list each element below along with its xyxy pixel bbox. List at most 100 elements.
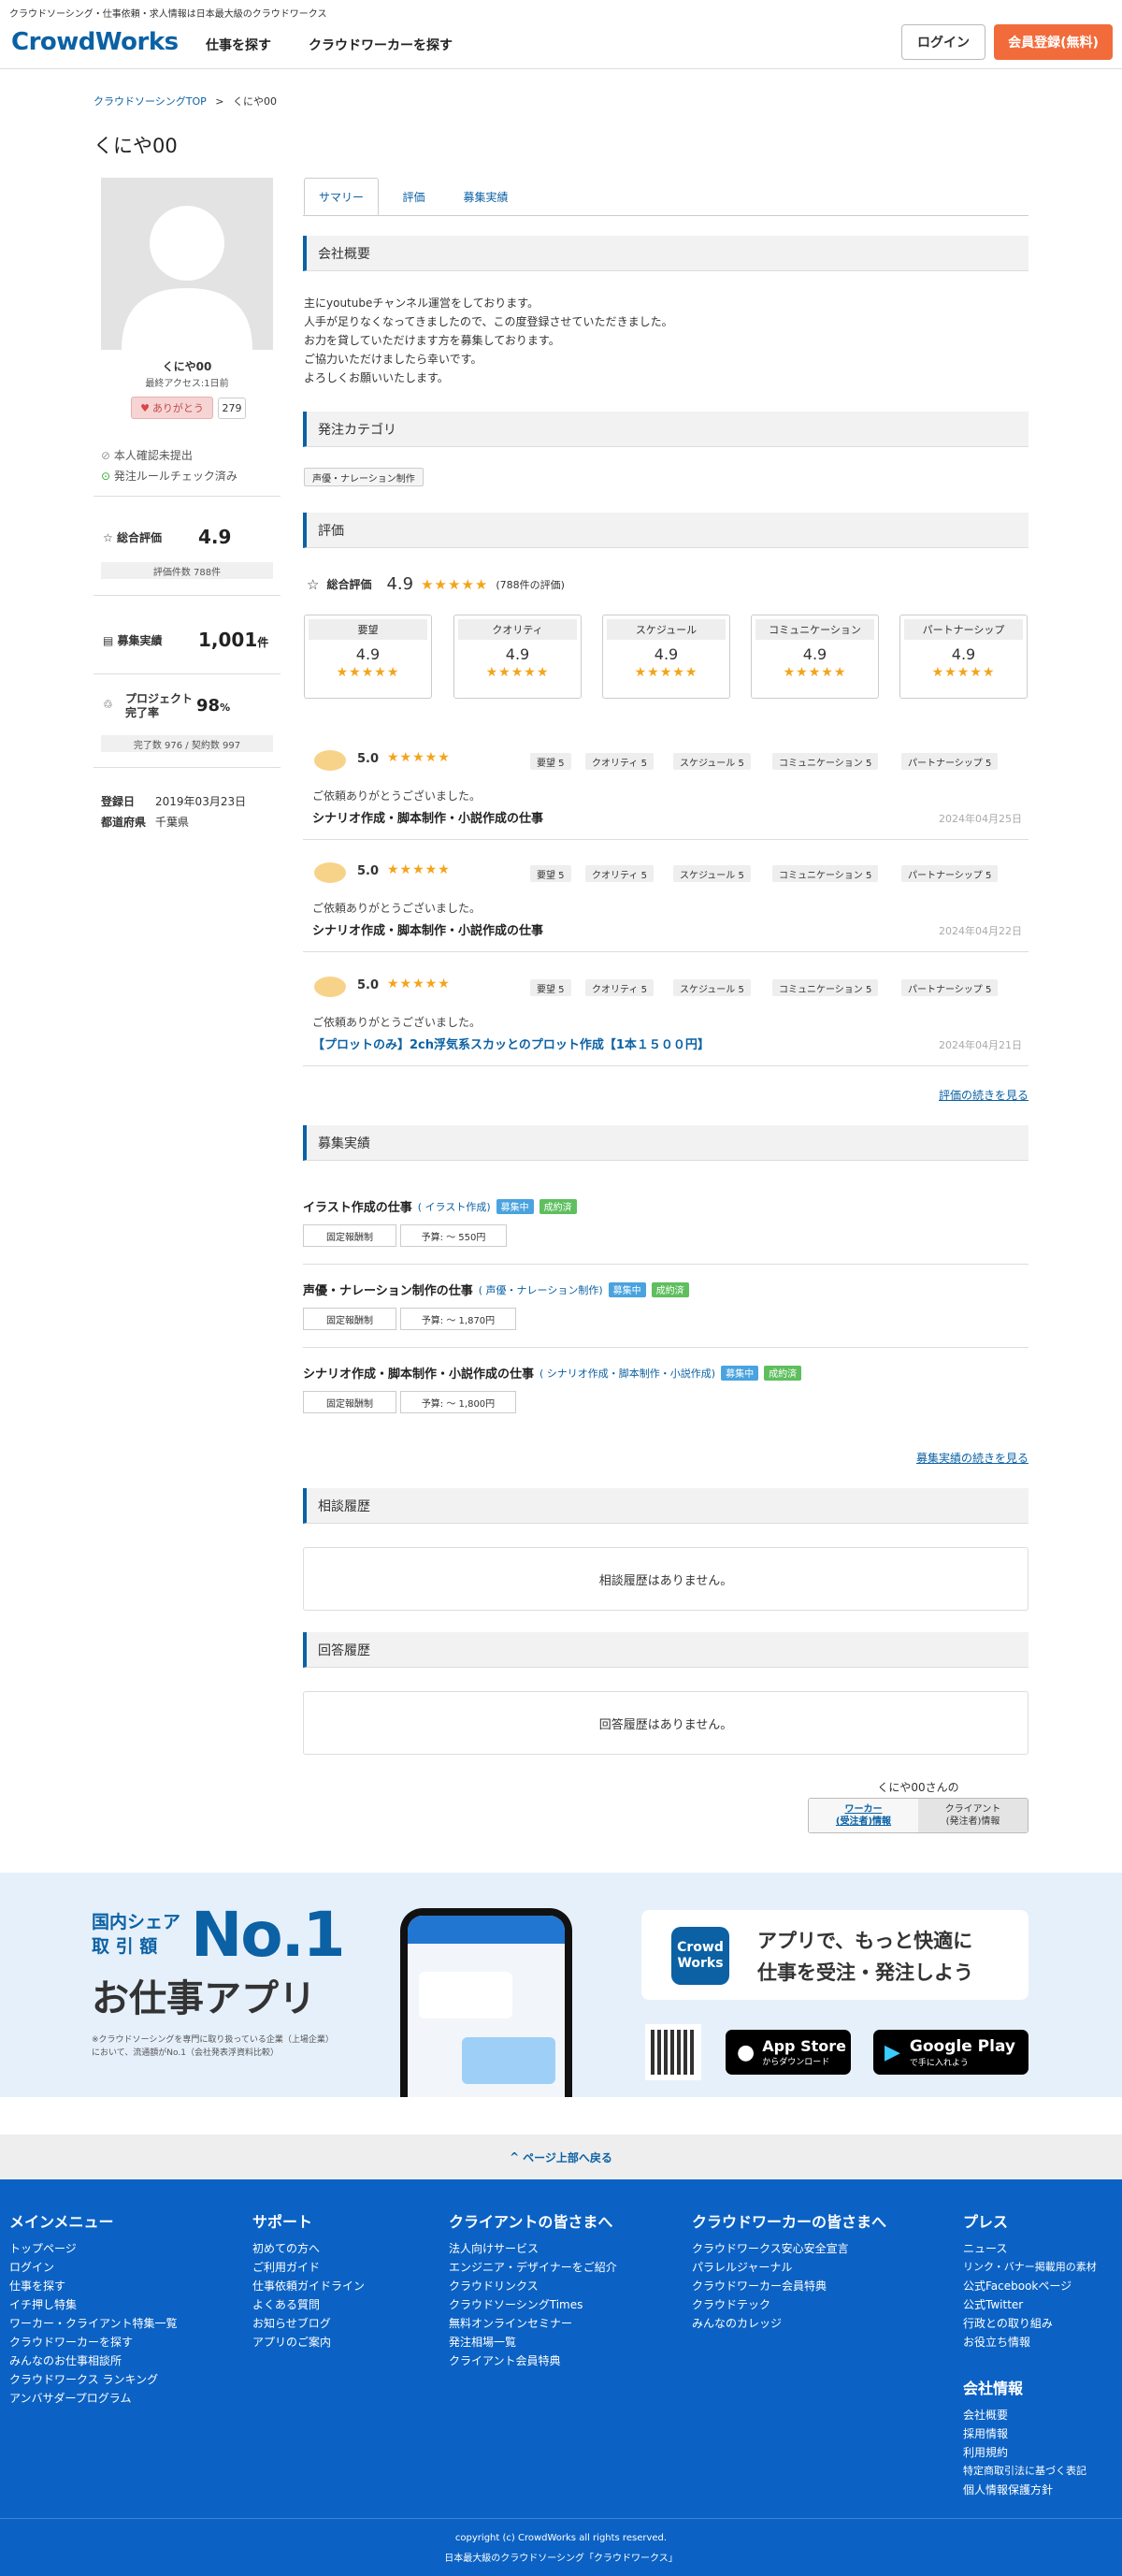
page-top-link[interactable]: ^ ページ上部へ戻る [0, 2135, 1122, 2179]
job-title[interactable]: 声優・ナレーション制作の仕事 [303, 1281, 473, 1298]
footer-link[interactable]: 行政との取り組み [963, 2314, 1097, 2333]
footer-link[interactable]: 会社概要 [963, 2406, 1097, 2424]
footer-link[interactable]: クラウドワーカーを探す [9, 2333, 178, 2352]
divider [303, 1347, 1028, 1348]
review-chip: 要望 5 [530, 865, 571, 882]
footer-link[interactable]: 採用情報 [963, 2424, 1097, 2443]
footer-link[interactable]: アンバサダープログラム [9, 2389, 178, 2408]
review-job-title[interactable]: 【プロットのみ】2ch浮気系スカッとのプロット作成【1本１５００円】 [312, 1035, 710, 1052]
footer-heading: サポート [252, 2213, 313, 2231]
job-title[interactable]: イラスト作成の仕事 [303, 1197, 412, 1215]
more-jobs-link[interactable]: 募集実績の続きを見る [916, 1450, 1028, 1466]
footer-link[interactable]: クライアント会員特典 [449, 2352, 617, 2370]
footer-link[interactable]: ニュース [963, 2239, 1097, 2258]
review-comment: ご依頼ありがとうございました。 [312, 789, 482, 803]
reviewer-avatar [314, 977, 346, 997]
identity-status: ⊘ 本人確認未提出 [101, 447, 193, 463]
footer-link[interactable]: クラウドワークス ランキング [9, 2370, 178, 2389]
footer-link[interactable]: 仕事依頼ガイドライン [252, 2277, 365, 2295]
footer-link[interactable]: お役立ち情報 [963, 2333, 1097, 2352]
page-top-label: ページ上部へ戻る [523, 2150, 612, 2164]
clipboard-icon: ▤ [103, 634, 114, 647]
footer-link[interactable]: 初めての方へ [252, 2239, 365, 2258]
overall-rating-label: ☆ 総合評価 [103, 529, 162, 545]
job-category[interactable]: ( シナリオ作成・脚本制作・小説作成) [539, 1366, 715, 1381]
completion-label: ♲ プロジェクト 完了率 [103, 692, 193, 720]
footer-link[interactable]: クラウドワーカー会員特典 [692, 2277, 886, 2295]
footer-col-main: メインメニュー トップページ ログイン 仕事を探す イチ押し特集 ワーカー・クラ… [9, 2209, 178, 2408]
tab-recruit[interactable]: 募集実績 [451, 178, 521, 215]
nav-find-workers[interactable]: クラウドワーカーを探す [309, 36, 453, 54]
footer-link[interactable]: クラウドリンクス [449, 2277, 617, 2295]
review-chip: コミュニケーション 5 [772, 865, 879, 882]
footer-link[interactable]: 特定商取引法に基づく表記 [963, 2462, 1097, 2481]
desc-line: 主にyoutubeチャンネル運営をしております。 [304, 297, 539, 310]
footer-link[interactable]: 法人向けサービス [449, 2239, 617, 2258]
footer-link[interactable]: 仕事を探す [9, 2277, 178, 2295]
rate-value: 4.9 [355, 645, 381, 663]
more-reviews-link[interactable]: 評価の続きを見る [939, 1087, 1028, 1103]
tab-summary[interactable]: サマリー [304, 178, 379, 215]
job-budget: 予算: 〜 550円 [400, 1224, 507, 1247]
google-play-button[interactable]: ▶ Google Play で手に入れよう [873, 2030, 1028, 2075]
handshake-icon: ♲ [103, 698, 113, 711]
crowdworks-app-icon: Crowd Works [671, 1927, 729, 1985]
job-category[interactable]: ( 声優・ナレーション制作) [479, 1282, 603, 1297]
worker-info-tab[interactable]: ワーカー (受注者)情報 [809, 1799, 918, 1832]
heart-icon: ♥ [140, 401, 150, 414]
footer-link[interactable]: クラウドソーシングTimes [449, 2295, 617, 2314]
section-category: 発注カテゴリ [303, 412, 1028, 447]
recruit-number: 1,001 [198, 629, 258, 651]
login-button[interactable]: ログイン [901, 24, 985, 60]
footer-link[interactable]: よくある質問 [252, 2295, 365, 2314]
footer-link[interactable]: 公式Twitter [963, 2295, 1097, 2314]
review-score: 5.0 [357, 752, 380, 766]
thanks-button[interactable]: ♥ ありがとう [131, 397, 213, 419]
register-button[interactable]: 会員登録(無料) [994, 24, 1113, 60]
tab-rating[interactable]: 評価 [379, 178, 449, 215]
divider [303, 1264, 1028, 1265]
category-tag[interactable]: 声優・ナレーション制作 [304, 468, 424, 486]
avatar [101, 178, 273, 350]
breadcrumb-top-link[interactable]: クラウドソーシングTOP [94, 95, 207, 108]
footer-link[interactable]: みんなのお仕事相談所 [9, 2352, 178, 2370]
footer-link[interactable]: 無料オンラインセミナー [449, 2314, 617, 2333]
app-store-button[interactable]: ● App Store からダウンロード [726, 2030, 851, 2075]
review-chip: パートナーシップ 5 [901, 753, 999, 770]
review-item: 5.0 ★★★★★ 要望 5 クオリティ 5 スケジュール 5 コミュニケーショ… [303, 842, 1028, 952]
footer-link[interactable]: ログイン [9, 2258, 178, 2277]
footer-link[interactable]: クラウドワークス安心安全宣言 [692, 2239, 886, 2258]
footer-link[interactable]: トップページ [9, 2239, 178, 2258]
rule-check-label: 発注ルールチェック済み [113, 470, 237, 483]
rate-value: 4.9 [654, 645, 679, 663]
job-type: 固定報酬制 [303, 1224, 396, 1247]
footer-link[interactable]: パラレルジャーナル [692, 2258, 886, 2277]
review-date: 2024年04月22日 [939, 925, 1022, 937]
footer-link[interactable]: 発注相場一覧 [449, 2333, 617, 2352]
gplay-label: Google Play [909, 2036, 1015, 2056]
gplay-sub: で手に入れよう [909, 2058, 969, 2068]
footer-link[interactable]: お知らせブログ [252, 2314, 365, 2333]
client-info-tab[interactable]: クライアント (発注者)情報 [918, 1799, 1028, 1832]
footer-link[interactable]: リンク・バナー掲載用の素材 [963, 2258, 1097, 2277]
divider [94, 767, 280, 768]
pref-label: 都道府県 [101, 816, 147, 829]
footer-link[interactable]: アプリのご案内 [252, 2333, 365, 2352]
footer-link[interactable]: 個人情報保護方針 [963, 2481, 1097, 2499]
footer-link[interactable]: エンジニア・デザイナーをご紹介 [449, 2258, 617, 2277]
review-job-title: シナリオ作成・脚本制作・小説作成の仕事 [312, 812, 544, 826]
crowdworks-logo[interactable]: CrowdWorks [11, 28, 179, 56]
footer-link[interactable]: クラウドテック [692, 2295, 886, 2314]
review-score: 5.0 [357, 864, 380, 878]
footer-link[interactable]: ワーカー・クライアント特集一覧 [9, 2314, 178, 2333]
rate-label: パートナーシップ [904, 619, 1023, 640]
footer-link[interactable]: イチ押し特集 [9, 2295, 178, 2314]
breadcrumb-sep: > [215, 95, 224, 108]
nav-find-jobs[interactable]: 仕事を探す [206, 36, 271, 54]
footer-link[interactable]: ご利用ガイド [252, 2258, 365, 2277]
footer-link[interactable]: 公式Facebookページ [963, 2277, 1097, 2295]
footer-link[interactable]: みんなのカレッジ [692, 2314, 886, 2333]
job-category[interactable]: ( イラスト作成) [418, 1199, 491, 1214]
job-title[interactable]: シナリオ作成・脚本制作・小説作成の仕事 [303, 1364, 534, 1382]
footer-link[interactable]: 利用規約 [963, 2443, 1097, 2462]
